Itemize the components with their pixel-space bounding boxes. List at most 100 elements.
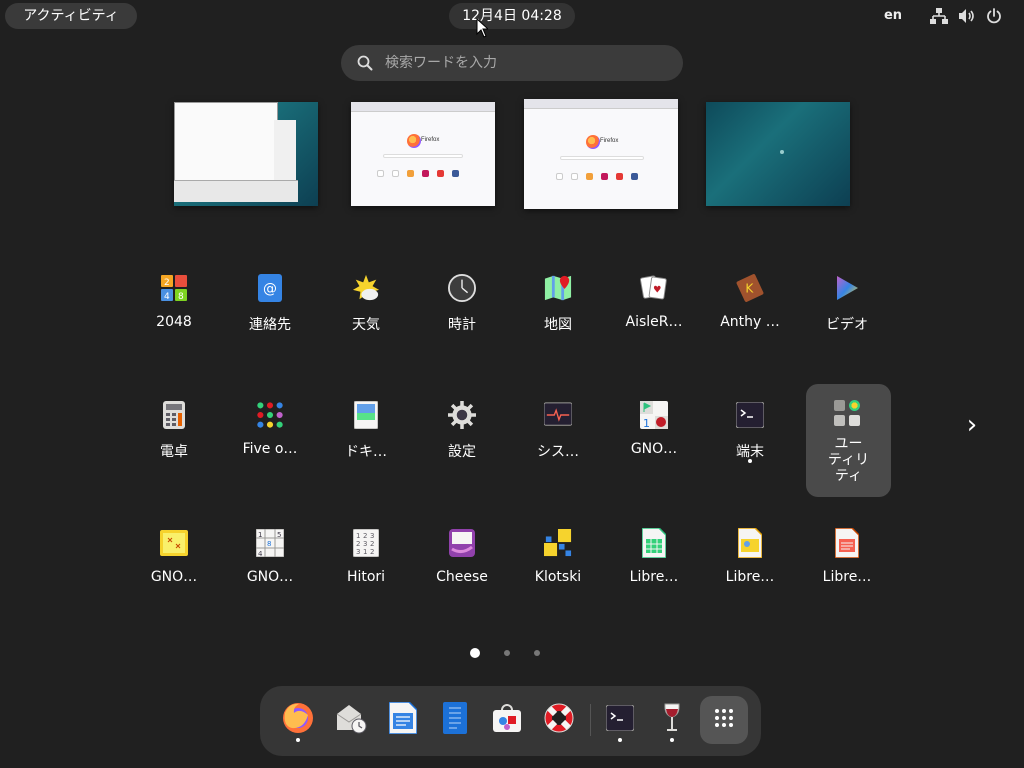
- app-gnome-mines[interactable]: 1 GNO…: [610, 388, 698, 498]
- dock-firefox[interactable]: [280, 702, 316, 738]
- dock-writer[interactable]: [385, 701, 421, 738]
- dock-evolution[interactable]: [333, 702, 369, 738]
- app-label: シス…: [537, 444, 579, 460]
- hitori-icon: 123232312: [352, 529, 380, 557]
- app-calculator[interactable]: 電卓: [130, 388, 218, 498]
- app-label: AisleR…: [625, 314, 683, 330]
- search-input[interactable]: [385, 45, 665, 81]
- app-libreoffice-writer[interactable]: Libre…: [803, 516, 891, 626]
- app-sudoku[interactable]: 1548 GNO…: [226, 516, 314, 626]
- svg-text:2: 2: [164, 278, 170, 288]
- next-page-arrow-icon[interactable]: ›: [962, 410, 982, 440]
- software-icon: [491, 703, 523, 737]
- anthy-icon: K: [736, 274, 764, 302]
- firefox-logo-icon: [407, 134, 421, 148]
- svg-text:@: @: [263, 281, 277, 297]
- svg-text:5: 5: [277, 531, 281, 539]
- cheese-icon: [448, 529, 476, 557]
- contacts-icon: @: [256, 274, 284, 302]
- app-anthy[interactable]: K Anthy …: [706, 261, 794, 371]
- firefox-wordmark: Firefox: [600, 138, 619, 144]
- search-bar[interactable]: [341, 45, 683, 81]
- running-indicator: [296, 738, 300, 742]
- page-dot-2[interactable]: [504, 650, 510, 656]
- app-system-monitor[interactable]: シス…: [514, 388, 602, 498]
- app-label: Libre…: [629, 569, 679, 585]
- dock-text-editor[interactable]: [437, 702, 473, 738]
- input-source-indicator[interactable]: en: [880, 0, 906, 32]
- app-label: GNO…: [150, 569, 198, 585]
- power-icon: [986, 8, 1002, 24]
- app-weather[interactable]: 天気: [322, 261, 410, 371]
- folder-icon: [834, 400, 860, 426]
- activities-button[interactable]: アクティビティ: [5, 3, 137, 29]
- svg-text:4: 4: [164, 292, 170, 301]
- app-contacts[interactable]: @ 連絡先: [226, 261, 314, 371]
- app-label: 電卓: [160, 444, 188, 460]
- svg-text:2: 2: [356, 540, 360, 548]
- system-status-area[interactable]: [930, 0, 1002, 32]
- svg-text:1: 1: [363, 548, 367, 556]
- running-indicator: [618, 738, 622, 742]
- app-cheese[interactable]: Cheese: [418, 516, 506, 626]
- dock-terminal[interactable]: [602, 702, 638, 738]
- firefox-wordmark: Firefox: [421, 137, 440, 143]
- app-document-viewer[interactable]: ドキ…: [322, 388, 410, 498]
- dock-wine[interactable]: [654, 702, 690, 738]
- show-apps-button[interactable]: [700, 696, 748, 744]
- terminal-icon: [605, 704, 635, 735]
- app-label: 天気: [352, 317, 380, 333]
- app-label: Five o…: [242, 441, 298, 457]
- sudoku-icon: 1548: [256, 529, 284, 557]
- app-aisleriot[interactable]: ♥ AisleR…: [610, 261, 698, 371]
- app-label: Anthy …: [720, 314, 780, 330]
- app-label: 時計: [448, 317, 476, 333]
- app-clocks[interactable]: 時計: [418, 261, 506, 371]
- app-libreoffice-impress[interactable]: Libre…: [706, 516, 794, 626]
- app-label: Libre…: [822, 569, 872, 585]
- terminal-icon: [736, 401, 764, 429]
- clock-button[interactable]: 12月4日 04:28: [449, 3, 575, 29]
- system-monitor-icon: [544, 401, 572, 429]
- app-klotski[interactable]: Klotski: [514, 516, 602, 626]
- gnome-klotski-icon: 1: [640, 401, 668, 429]
- dock-software[interactable]: [489, 702, 525, 738]
- app-2048[interactable]: 2 48 2048: [130, 261, 218, 371]
- terminal-window-thumbnail[interactable]: [174, 180, 298, 202]
- app-libreoffice-calc[interactable]: Libre…: [610, 516, 698, 626]
- wine-icon: [662, 702, 682, 738]
- video-icon: [833, 274, 861, 302]
- svg-text:2: 2: [370, 548, 374, 556]
- browser-tab-bar: [351, 102, 495, 112]
- svg-text:♥: ♥: [653, 285, 661, 296]
- app-five-or-more[interactable]: Five o…: [226, 388, 314, 498]
- page-dot-3[interactable]: [534, 650, 540, 656]
- svg-text:4: 4: [258, 550, 263, 557]
- firefox-logo-icon: [586, 135, 600, 149]
- app-sticky-notes[interactable]: GNO…: [130, 516, 218, 626]
- settings-icon: [448, 401, 476, 429]
- sticky-notes-icon: [160, 529, 188, 557]
- dash: [260, 686, 761, 756]
- svg-text:3: 3: [363, 540, 367, 548]
- app-label: 2048: [156, 314, 192, 330]
- app-settings[interactable]: 設定: [418, 388, 506, 498]
- app-terminal[interactable]: 端末: [706, 388, 794, 498]
- app-maps[interactable]: 地図: [514, 261, 602, 371]
- page-dot-1[interactable]: [470, 648, 480, 658]
- app-label: GNO…: [630, 441, 678, 457]
- clock-icon: [448, 274, 476, 302]
- dock-help[interactable]: [541, 702, 577, 738]
- workspace-thumbnail-1[interactable]: [174, 102, 318, 206]
- workspace-thumbnail-2[interactable]: Firefox: [351, 102, 495, 206]
- impress-icon: [736, 528, 764, 558]
- app-hitori[interactable]: 123232312 Hitori: [322, 516, 410, 626]
- window-thumbnail[interactable]: [174, 102, 278, 182]
- app-label: Libre…: [725, 569, 775, 585]
- workspace-thumbnail-4[interactable]: [706, 102, 850, 206]
- app-videos[interactable]: ビデオ: [803, 261, 891, 371]
- app-folder-utilities[interactable]: ユー ティリ ティ: [806, 384, 891, 497]
- firefox-icon: [281, 701, 315, 739]
- wallpaper-detail: [780, 150, 784, 154]
- workspace-thumbnail-3[interactable]: Firefox: [524, 99, 678, 209]
